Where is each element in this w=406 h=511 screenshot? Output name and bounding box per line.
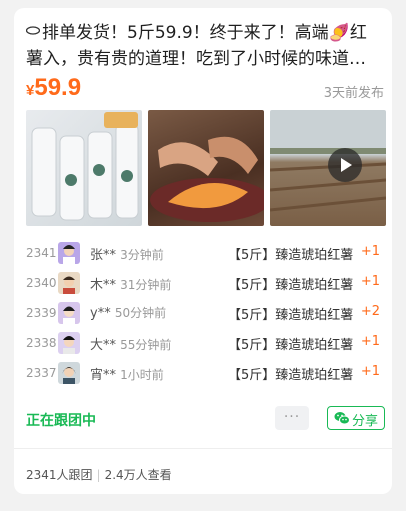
post-title[interactable]: 排单发货！5斤59.9！终于来了！高端🍠红薯入，贵有贵的道理！吃到了小时候的味道… xyxy=(26,20,380,72)
stats-footer: 2341人跟团 | 2.4万人查看 xyxy=(26,466,172,483)
avatar xyxy=(58,302,80,324)
order-product: 【5斤】臻造琥珀红薯 xyxy=(228,248,354,263)
avatar xyxy=(58,272,80,294)
post-title-text: 排单发货！5斤59.9！终于来了！高端🍠红薯入，贵有贵的道理！吃到了小时候的味道… xyxy=(26,23,367,69)
sweet-potato-illustration xyxy=(150,136,264,222)
avatar xyxy=(58,332,80,354)
order-product: 【5斤】臻造琥珀红薯 xyxy=(228,368,354,383)
order-qty: +1 xyxy=(360,334,380,349)
order-row[interactable]: 2340 木** 31分钟前 【5斤】臻造琥珀红薯 +1 xyxy=(14,270,392,298)
order-time: 55分钟前 xyxy=(120,338,172,352)
views-count: 2.4万人查看 xyxy=(104,468,172,482)
play-icon[interactable] xyxy=(328,148,362,182)
order-product: 【5斤】臻造琥珀红薯 xyxy=(228,338,354,353)
price-value: 59.9 xyxy=(34,74,82,101)
group-status: 正在跟团中 xyxy=(26,413,96,429)
wechat-icon xyxy=(334,412,350,425)
group-buy-card[interactable]: 排单发货！5斤59.9！终于来了！高端🍠红薯入，贵有贵的道理！吃到了小时候的味道… xyxy=(14,8,392,494)
order-qty: +1 xyxy=(360,244,380,259)
order-time: 1小时前 xyxy=(120,368,164,382)
packages-illustration xyxy=(31,112,139,221)
avatar xyxy=(58,362,80,384)
order-user: 大** 55分钟前 xyxy=(90,334,171,353)
order-time: 31分钟前 xyxy=(120,278,172,292)
price: ¥59.9 xyxy=(26,74,81,102)
order-username: 张** xyxy=(90,248,117,263)
order-seq: 2339 xyxy=(26,306,57,320)
order-product: 【5斤】臻造琥珀红薯 xyxy=(228,308,354,323)
order-seq: 2337 xyxy=(26,366,57,380)
order-user: 木** 31分钟前 xyxy=(90,274,171,293)
order-user: 张** 3分钟前 xyxy=(90,244,164,263)
stats-separator: | xyxy=(96,468,101,482)
order-qty: +2 xyxy=(360,304,380,319)
share-button[interactable]: 分享 xyxy=(327,406,385,430)
order-user: 宵** 1小时前 xyxy=(90,364,164,383)
order-username: 宵** xyxy=(90,368,117,383)
order-row[interactable]: 2341 张** 3分钟前 【5斤】臻造琥珀红薯 +1 xyxy=(14,240,392,268)
order-username: 大** xyxy=(90,338,117,353)
peeled-sweet-potato-photo[interactable] xyxy=(148,110,264,226)
more-button[interactable]: ··· xyxy=(275,406,309,430)
order-row[interactable]: 2337 宵** 1小时前 【5斤】臻造琥珀红薯 +1 xyxy=(14,360,392,388)
avatar xyxy=(58,242,80,264)
order-qty: +1 xyxy=(360,364,380,379)
order-username: y** xyxy=(90,306,111,321)
order-seq: 2338 xyxy=(26,336,57,350)
order-time: 3分钟前 xyxy=(120,248,164,262)
share-label: 分享 xyxy=(352,414,379,429)
order-product: 【5斤】臻造琥珀红薯 xyxy=(228,278,354,293)
order-row[interactable]: 2338 大** 55分钟前 【5斤】臻造琥珀红薯 +1 xyxy=(14,330,392,358)
order-row[interactable]: 2339 y** 50分钟前 【5斤】臻造琥珀红薯 +2 xyxy=(14,300,392,328)
sweet-potato-packages-photo[interactable] xyxy=(26,110,142,226)
divider xyxy=(14,448,392,449)
posted-time: 3天前发布 xyxy=(323,86,384,101)
order-time: 50分钟前 xyxy=(114,306,167,320)
order-seq: 2341 xyxy=(26,246,57,260)
sweet-potato-icon xyxy=(26,26,40,35)
followers-count: 2341人跟团 xyxy=(26,468,93,482)
order-seq: 2340 xyxy=(26,276,57,290)
order-user: y** 50分钟前 xyxy=(90,304,166,321)
order-qty: +1 xyxy=(360,274,380,289)
order-username: 木** xyxy=(90,278,117,293)
